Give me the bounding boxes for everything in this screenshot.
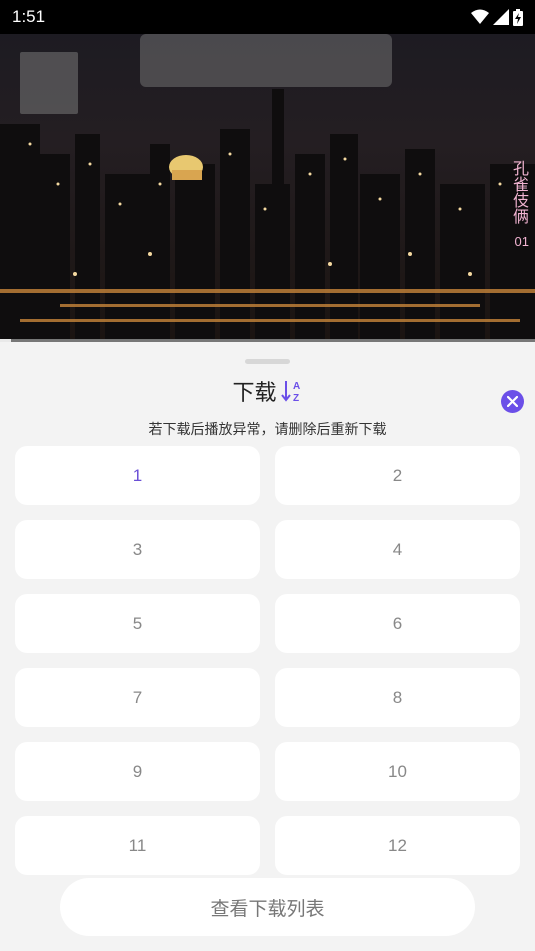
view-download-list-button[interactable]: 查看下载列表 [60, 878, 475, 936]
battery-charging-icon [513, 8, 523, 26]
blurred-region [20, 52, 78, 114]
wifi-icon [471, 9, 489, 24]
download-sheet: 下载 A Z 若下载后播放异常，请删除后重新下载 1 2 3 4 5 6 7 8 9 10 11 12… [0, 342, 535, 951]
close-button[interactable] [501, 390, 524, 413]
episode-button[interactable]: 2 [275, 446, 520, 505]
video-overlay-episode: 01 [514, 234, 529, 249]
status-time: 1:51 [12, 7, 46, 26]
sheet-title: 下载 [232, 381, 277, 406]
episode-button[interactable]: 10 [275, 742, 520, 801]
svg-text:Z: Z [293, 393, 299, 404]
episode-button[interactable]: 8 [275, 668, 520, 727]
blurred-region [140, 34, 392, 87]
download-hint: 若下载后播放异常，请删除后重新下载 [148, 422, 387, 438]
status-bar: 1:51 [0, 0, 535, 34]
video-player[interactable]: 孔雀伎俩 01 [0, 34, 535, 339]
drag-handle[interactable] [245, 359, 290, 364]
status-icons [471, 8, 523, 26]
video-overlay-title: 孔雀伎俩 [510, 160, 529, 224]
sort-az-icon[interactable]: A Z [280, 378, 303, 404]
episode-grid: 1 2 3 4 5 6 7 8 9 10 11 12 [15, 446, 520, 875]
close-icon [507, 396, 518, 407]
svg-text:A: A [293, 381, 300, 392]
episode-button[interactable]: 9 [15, 742, 260, 801]
episode-button[interactable]: 5 [15, 594, 260, 653]
episode-button[interactable]: 12 [275, 816, 520, 875]
episode-button[interactable]: 4 [275, 520, 520, 579]
episode-button[interactable]: 3 [15, 520, 260, 579]
sheet-header: 下载 A Z [0, 375, 535, 407]
signal-icon [493, 9, 509, 25]
episode-button[interactable]: 7 [15, 668, 260, 727]
episode-button[interactable]: 1 [15, 446, 260, 505]
episode-button[interactable]: 11 [15, 816, 260, 875]
episode-button[interactable]: 6 [275, 594, 520, 653]
